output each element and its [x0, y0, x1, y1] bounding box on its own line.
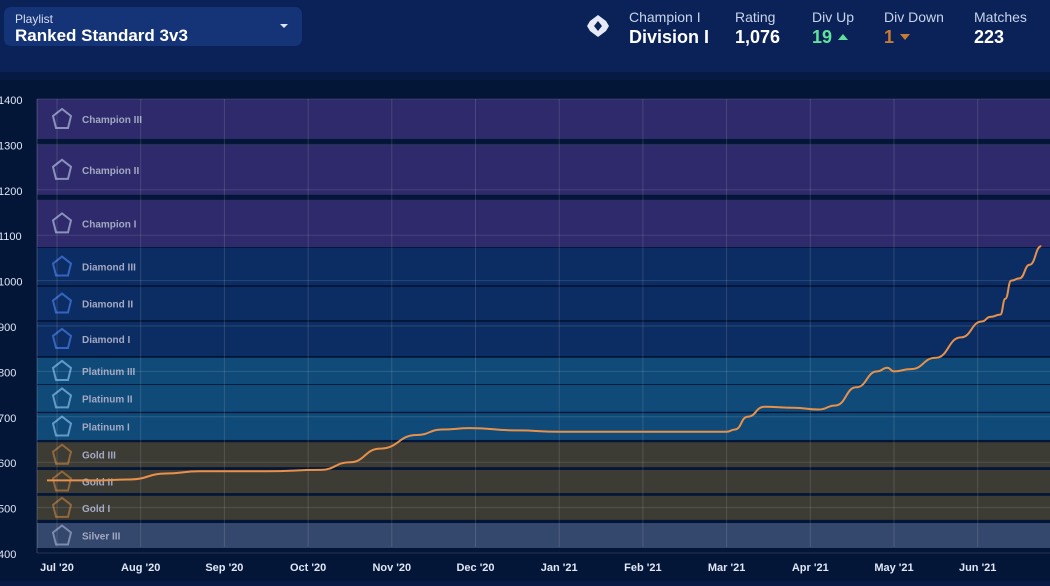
x-tick-label: May '21 [874, 562, 913, 574]
playlist-value: Ranked Standard 3v3 [15, 26, 188, 45]
div-up-label: Div Up [812, 9, 855, 25]
y-tick-label: 1300 [0, 140, 22, 152]
tier-label: Gold III [82, 451, 116, 462]
matches-label: Matches [974, 9, 1027, 25]
tier-label: Champion I [82, 219, 137, 230]
x-tick-label: Jun '21 [959, 562, 996, 574]
x-tick-label: Dec '20 [456, 562, 494, 574]
x-tick-label: Nov '20 [372, 562, 411, 574]
div-down-value: 1 [884, 27, 895, 47]
y-tick-label: 900 [0, 322, 16, 334]
tier-band [37, 286, 1050, 321]
playlist-dropdown[interactable]: Playlist Ranked Standard 3v3 [4, 7, 302, 46]
tier-band [37, 247, 1050, 286]
arrow-down-icon [900, 34, 911, 40]
tier-band [37, 321, 1050, 356]
tier-label: Diamond I [82, 335, 131, 346]
tier-label: Champion II [82, 166, 139, 177]
rank-stat: Champion I Division I [629, 9, 709, 48]
y-tick-label: 400 [0, 549, 16, 561]
matches-stat: Matches 223 [974, 9, 1027, 48]
tier-label: Gold II [82, 477, 113, 488]
x-tick-label: Jul '20 [40, 562, 74, 574]
champion-rank-icon [587, 15, 609, 37]
tier-label: Champion III [82, 115, 142, 126]
rating-chart-svg: Champion III Champion II Champion I Diamond… [0, 95, 1050, 574]
arrow-up-icon [838, 34, 849, 40]
y-tick-label: 1000 [0, 277, 22, 289]
y-tick-label: 500 [0, 504, 16, 516]
rating-stat: Rating 1,076 [735, 9, 780, 48]
x-tick-label: Mar '21 [708, 562, 745, 574]
tier-label: Platinum I [82, 423, 130, 434]
x-tick-label: Oct '20 [290, 562, 326, 574]
tier-band [37, 99, 1050, 139]
x-tick-label: Jan '21 [541, 562, 578, 574]
x-tick-label: Aug '20 [121, 562, 160, 574]
tier-band [37, 523, 1050, 549]
tier-label: Diamond III [82, 263, 136, 274]
y-tick-label: 1200 [0, 186, 22, 198]
header: Playlist Ranked Standard 3v3 Champion I … [0, 0, 1050, 72]
tier-band [37, 199, 1050, 248]
tier-label: Platinum II [82, 394, 133, 405]
tier-label: Gold I [82, 504, 111, 515]
rank-division: Division I [629, 27, 710, 47]
y-tick-label: 1400 [0, 95, 22, 107]
tier-band [37, 442, 1050, 468]
div-up-stat: Div Up 19 [812, 9, 854, 48]
rating-label: Rating [735, 9, 776, 25]
matches-value: 223 [974, 27, 1005, 47]
rating-value: 1,076 [735, 27, 781, 47]
div-up-value: 19 [812, 27, 833, 47]
tier-band [37, 385, 1050, 412]
tier-label: Platinum III [82, 367, 136, 378]
chevron-down-icon [280, 24, 288, 28]
x-tick-label: Apr '21 [792, 562, 829, 574]
div-down-stat: Div Down 1 [884, 9, 944, 48]
y-tick-label: 600 [0, 458, 16, 470]
tier-band [37, 469, 1050, 494]
rank-name: Champion I [629, 9, 701, 25]
playlist-label: Playlist [15, 12, 54, 26]
y-tick-label: 800 [0, 367, 16, 379]
tier-label: Silver III [82, 532, 121, 543]
div-down-label: Div Down [884, 9, 944, 25]
tier-band [37, 144, 1050, 195]
y-tick-label: 1100 [0, 231, 22, 243]
y-tick-label: 700 [0, 413, 16, 425]
x-tick-label: Feb '21 [624, 562, 661, 574]
rating-chart: Champion III Champion II Champion I Diamond… [0, 80, 1050, 581]
tier-label: Diamond II [82, 300, 133, 311]
x-tick-label: Sep '20 [205, 562, 243, 574]
